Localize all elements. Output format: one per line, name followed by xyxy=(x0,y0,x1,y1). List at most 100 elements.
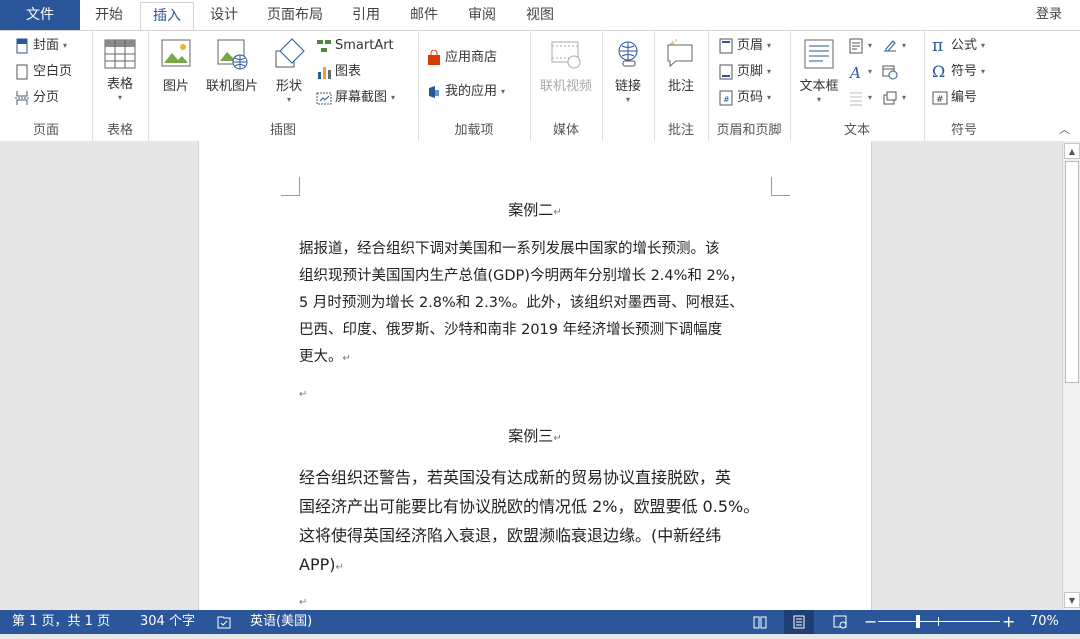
scroll-up-arrow[interactable]: ▲ xyxy=(1064,143,1080,159)
omega-icon: Ω xyxy=(932,62,946,81)
chart-button[interactable]: 图表 xyxy=(316,61,361,83)
online-picture-button[interactable]: 联机图片 xyxy=(200,37,264,94)
shapes-button[interactable]: 形状 ▾ xyxy=(266,37,312,104)
smartart-button[interactable]: SmartArt xyxy=(316,35,394,57)
text-group-label: 文本 xyxy=(843,123,870,138)
smartart-label: SmartArt xyxy=(335,38,394,53)
menu-bar: 文件 开始 插入 设计 页面布局 引用 邮件 审阅 视图 登录 xyxy=(0,0,1080,32)
tab-review[interactable]: 审阅 xyxy=(454,0,510,30)
screenshot-button[interactable]: 屏幕截图 ▾ xyxy=(316,87,395,109)
signature-line-button[interactable]: ▾ xyxy=(882,35,906,57)
scroll-down-arrow[interactable]: ▼ xyxy=(1064,592,1080,608)
symbol-button[interactable]: Ω 符号 ▾ xyxy=(932,61,985,83)
my-apps-button[interactable]: 我的应用 ▾ xyxy=(426,81,505,103)
scroll-thumb[interactable] xyxy=(1065,161,1079,383)
quick-parts-icon xyxy=(849,38,863,54)
collapse-ribbon-icon[interactable]: ︿ xyxy=(1059,121,1070,137)
cover-page-button[interactable]: 封面 ▾ xyxy=(14,35,67,57)
quick-parts-button[interactable]: ▾ xyxy=(848,35,872,57)
tab-design[interactable]: 设计 xyxy=(196,0,252,30)
empty-paragraph-mark: ↵ xyxy=(299,597,308,608)
symbols-group-label: 符号 xyxy=(950,123,977,138)
tab-mailings[interactable]: 邮件 xyxy=(396,0,452,30)
my-apps-label: 我的应用 xyxy=(445,84,498,99)
blank-page-button[interactable]: 空白页 xyxy=(14,61,72,83)
header-label: 页眉 xyxy=(737,38,764,53)
equation-label: 公式 xyxy=(951,38,978,53)
numbering-button[interactable]: # 编号 xyxy=(932,87,977,109)
print-layout-icon[interactable] xyxy=(784,610,814,634)
new-comment-button[interactable]: 批注 xyxy=(658,37,704,94)
textbox-label: 文本框 xyxy=(799,79,839,94)
empty-paragraph-mark: ↵ xyxy=(299,389,308,400)
office-store-button[interactable]: 应用商店 xyxy=(426,47,497,69)
group-links: 链接 ▾ xyxy=(602,31,655,141)
tab-references[interactable]: 引用 xyxy=(338,0,394,30)
case2-line-last: 更大。↵ xyxy=(299,349,351,365)
footer-icon xyxy=(719,64,733,80)
case3-heading: 案例三↵ xyxy=(508,427,562,445)
link-button[interactable]: 链接 ▾ xyxy=(606,37,650,104)
page-count-status[interactable]: 第 1 页，共 1 页 xyxy=(12,610,110,634)
tab-insert[interactable]: 插入 xyxy=(140,2,194,32)
drop-cap-button[interactable]: ▾ xyxy=(848,87,872,109)
word-count-status[interactable]: 304 个字 xyxy=(140,610,195,634)
addins-group-label: 加载项 xyxy=(454,123,494,138)
online-picture-icon xyxy=(217,39,248,70)
textbox-icon xyxy=(804,39,834,69)
zoom-out-icon[interactable]: − xyxy=(864,610,877,634)
calendar-icon xyxy=(882,65,898,80)
group-text: 文本框 ▾ ▾ ▾ A ▾ ▾ ▾ 文本 xyxy=(790,31,925,141)
textbox-button[interactable]: 文本框 ▾ xyxy=(794,37,844,104)
footer-button[interactable]: 页脚 ▾ xyxy=(718,61,771,83)
group-tables: 表格 ▾ 表格 xyxy=(92,31,149,141)
online-video-button[interactable]: 联机视频 xyxy=(534,37,598,94)
online-video-label: 联机视频 xyxy=(539,79,592,94)
tab-home[interactable]: 开始 xyxy=(80,0,138,30)
page-break-button[interactable]: 分页 xyxy=(14,87,59,109)
zoom-in-icon[interactable]: + xyxy=(1002,610,1015,634)
new-comment-label: 批注 xyxy=(667,79,694,94)
equation-button[interactable]: π 公式 ▾ xyxy=(932,35,985,57)
ribbon: 封面 ▾ 空白页 分页 页面 表格 ▾ 表格 图片 联机图片 形状 ▾ Smar… xyxy=(0,30,1080,142)
read-mode-icon[interactable] xyxy=(752,610,768,634)
insert-object-button[interactable]: ▾ xyxy=(882,87,906,109)
page-number-icon: # xyxy=(719,90,733,106)
signature-icon xyxy=(884,40,896,52)
document-area: 案例二↵ 据报道，经合组织下调对美国和一系列发展中国家的增长预测。该 组织现预计… xyxy=(0,141,1062,610)
status-bar: 第 1 页，共 1 页 304 个字 英语(美国) − + 70% xyxy=(0,610,1080,634)
zoom-level[interactable]: 70% xyxy=(1030,610,1059,634)
header-button[interactable]: 页眉 ▾ xyxy=(718,35,771,57)
web-layout-icon[interactable] xyxy=(832,610,848,634)
proofing-icon[interactable] xyxy=(216,610,232,634)
language-status[interactable]: 英语(美国) xyxy=(250,610,312,634)
link-label: 链接 xyxy=(614,79,641,94)
office-store-label: 应用商店 xyxy=(445,50,498,65)
case3-paragraph: 经合组织还警告，若英国没有达成新的贸易协议直接脱欧，英 国经济产出可能要比有协议… xyxy=(299,463,771,582)
file-tab[interactable]: 文件 xyxy=(0,0,80,30)
page-break-label: 分页 xyxy=(33,90,60,105)
screenshot-label: 屏幕截图 xyxy=(335,90,388,105)
zoom-slider[interactable] xyxy=(878,610,1000,634)
group-header-footer: 页眉 ▾ 页脚 ▾ # 页码 ▾ 页眉和页脚 xyxy=(708,31,791,141)
header-footer-group-label: 页眉和页脚 xyxy=(716,123,782,138)
wordart-button[interactable]: A ▾ xyxy=(848,61,872,83)
date-time-button[interactable] xyxy=(882,61,898,83)
page-number-button[interactable]: # 页码 ▾ xyxy=(718,87,771,109)
online-video-icon xyxy=(551,41,581,69)
drop-cap-icon xyxy=(850,92,862,106)
login-link[interactable]: 登录 xyxy=(1036,0,1080,30)
my-apps-icon xyxy=(429,86,439,98)
numbering-icon: # xyxy=(932,91,948,105)
object-icon xyxy=(883,91,897,105)
picture-icon xyxy=(161,39,191,67)
tab-view[interactable]: 视图 xyxy=(512,0,568,30)
table-button[interactable]: 表格 ▾ xyxy=(96,39,144,102)
blank-page-label: 空白页 xyxy=(33,64,73,79)
tab-page-layout[interactable]: 页面布局 xyxy=(256,0,334,30)
vertical-scrollbar[interactable]: ▲ ▼ xyxy=(1062,141,1080,610)
picture-button[interactable]: 图片 xyxy=(154,37,198,94)
zoom-slider-thumb[interactable] xyxy=(916,615,920,628)
document-page[interactable]: 案例二↵ 据报道，经合组织下调对美国和一系列发展中国家的增长预测。该 组织现预计… xyxy=(198,141,872,610)
footer-label: 页脚 xyxy=(737,64,764,79)
